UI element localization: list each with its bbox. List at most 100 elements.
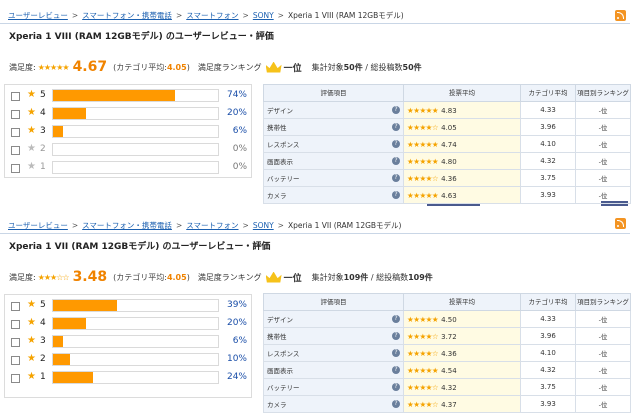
help-icon[interactable]: ?	[392, 349, 400, 357]
help-icon[interactable]: ?	[392, 315, 400, 323]
star-icon: ★	[27, 125, 36, 136]
help-icon[interactable]: ?	[392, 174, 400, 182]
rating-stars: ★★★★☆	[407, 331, 439, 341]
help-icon[interactable]: ?	[392, 332, 400, 340]
item-ranking-cell: -位	[575, 169, 631, 187]
filter-checkbox[interactable]	[11, 128, 20, 137]
column-header: カテゴリ平均	[520, 84, 576, 102]
rating-percentage: 0%	[232, 144, 247, 154]
item-ranking-cell: -位	[575, 135, 631, 153]
item-ranking-cell: -位	[575, 101, 631, 119]
breadcrumb-link[interactable]: スマートフォン・携帯電話	[82, 221, 172, 230]
table-row: 画面表示? ★★★★★ 4.80 4.32 -位	[263, 152, 631, 170]
item-ranking-cell: -位	[575, 327, 631, 345]
item-ranking-cell: -位	[575, 344, 631, 362]
item-ranking-cell: -位	[575, 395, 631, 413]
category-average-cell: 4.10	[520, 344, 576, 362]
filter-checkbox[interactable]	[11, 356, 20, 365]
help-icon[interactable]: ?	[392, 106, 400, 114]
rating-stars: ★★★★☆	[407, 348, 439, 358]
rating-bar-fill	[53, 108, 86, 119]
vote-average: 4.50	[441, 315, 457, 324]
filter-checkbox[interactable]	[11, 92, 20, 101]
filter-checkbox[interactable]	[11, 146, 20, 155]
breadcrumb-link[interactable]: スマートフォン・携帯電話	[82, 11, 172, 20]
item-name: バッテリー	[267, 175, 300, 183]
column-header: 項目別ランキング	[575, 293, 631, 311]
star-icon: ★	[27, 299, 36, 310]
star-icon: ★	[27, 353, 36, 364]
help-icon[interactable]: ?	[392, 366, 400, 374]
satisfaction-label: 満足度:	[9, 272, 36, 282]
filter-checkbox[interactable]	[11, 320, 20, 329]
rss-icon[interactable]	[615, 10, 626, 21]
rating-bar	[52, 335, 219, 348]
help-icon[interactable]: ?	[392, 191, 400, 199]
category-average-cell: 4.32	[520, 361, 576, 379]
rating-stars: ★★★★☆	[407, 173, 439, 183]
table-row: 携帯性? ★★★★☆ 4.05 3.96 -位	[263, 118, 631, 136]
item-name-cell: 画面表示?	[263, 361, 404, 379]
rating-percentage: 6%	[232, 336, 247, 346]
vote-average-cell: ★★★★★ 4.74	[403, 135, 521, 153]
column-header: 評価項目	[263, 84, 404, 102]
category-average: (カテゴリ平均:4.05)	[113, 62, 190, 72]
help-icon[interactable]: ?	[392, 157, 400, 165]
filter-checkbox[interactable]	[11, 374, 20, 383]
rating-percentage: 0%	[232, 162, 247, 172]
rating-percentage: 20%	[226, 318, 247, 328]
item-name-cell: デザイン?	[263, 310, 404, 328]
rating-row: ★ 2 10%	[5, 351, 253, 369]
star-icon: ★	[27, 89, 36, 100]
table-row: デザイン? ★★★★★ 4.83 4.33 -位	[263, 101, 631, 119]
page-title: Xperia 1 VII (RAM 12GBモデル) のユーザーレビュー・評価	[9, 242, 271, 252]
help-icon[interactable]: ?	[392, 123, 400, 131]
item-name-cell: レスポンス?	[263, 135, 404, 153]
rating-bar	[52, 371, 219, 384]
rating-bar-fill	[53, 336, 63, 347]
rating-bar	[52, 125, 219, 138]
breadcrumb-link[interactable]: SONY	[253, 221, 274, 230]
filter-checkbox[interactable]	[11, 338, 20, 347]
breadcrumb-link[interactable]: ユーザーレビュー	[8, 221, 68, 230]
breadcrumb-link[interactable]: スマートフォン	[186, 221, 238, 230]
category-average-cell: 3.75	[520, 378, 576, 396]
breadcrumb-current: Xperia 1 VII (RAM 12GBモデル)	[287, 221, 402, 230]
rating-bar-fill	[53, 318, 86, 329]
rating-percentage: 24%	[226, 372, 247, 382]
category-average-cell: 4.32	[520, 152, 576, 170]
rating-bar	[52, 317, 219, 330]
breadcrumb-link[interactable]: ユーザーレビュー	[8, 11, 68, 20]
item-name-cell: レスポンス?	[263, 344, 404, 362]
category-average-cell: 3.96	[520, 118, 576, 136]
item-name: デザイン	[267, 107, 293, 115]
filter-checkbox[interactable]	[11, 110, 20, 119]
help-icon[interactable]: ?	[392, 400, 400, 408]
help-icon[interactable]: ?	[392, 383, 400, 391]
rating-row: ★ 5 74%	[5, 87, 253, 105]
rating-stars: ★★★★★	[407, 190, 439, 200]
category-average-cell: 3.75	[520, 169, 576, 187]
filter-checkbox[interactable]	[11, 302, 20, 311]
page-title: Xperia 1 VIII (RAM 12GBモデル) のユーザーレビュー・評価	[9, 32, 274, 42]
rating-bar-fill	[53, 90, 176, 101]
star-number: 5	[40, 90, 46, 100]
table-row: カメラ? ★★★★☆ 4.37 3.93 -位	[263, 395, 631, 413]
help-icon[interactable]: ?	[392, 140, 400, 148]
filter-checkbox[interactable]	[11, 164, 20, 173]
rss-icon[interactable]	[615, 218, 626, 229]
item-name-cell: カメラ?	[263, 186, 404, 204]
item-name: バッテリー	[267, 384, 300, 392]
rating-bar	[52, 353, 219, 366]
ranking-label: 満足度ランキング	[197, 62, 262, 72]
rating-percentage: 39%	[226, 300, 247, 310]
satisfaction-score: 4.67	[72, 59, 108, 75]
breadcrumb-link[interactable]: スマートフォン	[186, 11, 238, 20]
breadcrumb-link[interactable]: SONY	[253, 11, 274, 20]
vote-average-cell: ★★★★☆ 4.37	[403, 395, 521, 413]
item-name: デザイン	[267, 316, 293, 324]
ranking-label: 満足度ランキング	[197, 272, 262, 282]
item-ranking-cell: -位	[575, 118, 631, 136]
rating-percentage: 10%	[226, 354, 247, 364]
star-number: 1	[40, 372, 46, 382]
